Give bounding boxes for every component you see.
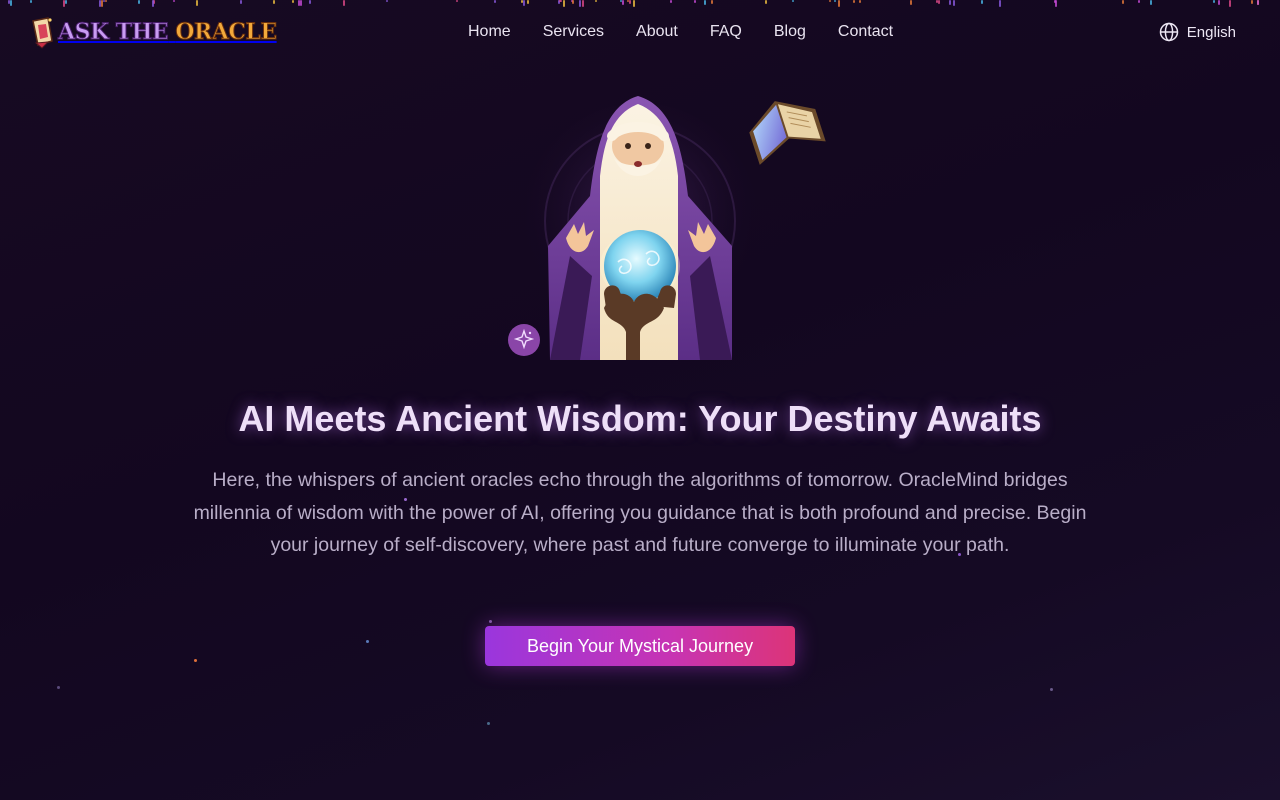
particle-dot: [57, 686, 60, 689]
nav-home[interactable]: Home: [468, 23, 511, 41]
nav-contact[interactable]: Contact: [838, 23, 893, 41]
logo-word-oracle: ORACLE: [175, 19, 278, 46]
nav-services[interactable]: Services: [543, 23, 604, 41]
language-label: English: [1186, 23, 1236, 41]
nav-blog[interactable]: Blog: [774, 23, 806, 41]
nav-faq[interactable]: FAQ: [710, 23, 742, 41]
particle-dot: [1050, 688, 1053, 691]
oracle-card-icon: [30, 15, 56, 49]
site-header: ASK THE ORACLE Home Services About FAQ B…: [0, 0, 1280, 64]
logo-word-ask-the: ASK THE: [57, 19, 169, 46]
language-selector[interactable]: English: [1159, 20, 1236, 44]
hero-title: AI Meets Ancient Wisdom: Your Destiny Aw…: [238, 398, 1042, 439]
nav-about[interactable]: About: [636, 23, 678, 41]
sparkle-badge-icon: [508, 324, 540, 356]
particle-dot: [194, 659, 197, 662]
globe-icon: [1159, 22, 1179, 42]
particle-dot: [487, 722, 490, 725]
hero-description: Here, the whispers of ancient oracles ec…: [193, 469, 1087, 556]
site-logo[interactable]: ASK THE ORACLE: [30, 14, 278, 50]
particle-dot: [489, 620, 492, 623]
logo-text: ASK THE ORACLE: [57, 19, 278, 46]
wizard-illustration: [500, 86, 840, 360]
begin-journey-button[interactable]: Begin Your Mystical Journey: [485, 626, 795, 666]
main-nav: Home Services About FAQ Blog Contact: [452, 0, 909, 64]
particle-dot: [366, 640, 369, 643]
